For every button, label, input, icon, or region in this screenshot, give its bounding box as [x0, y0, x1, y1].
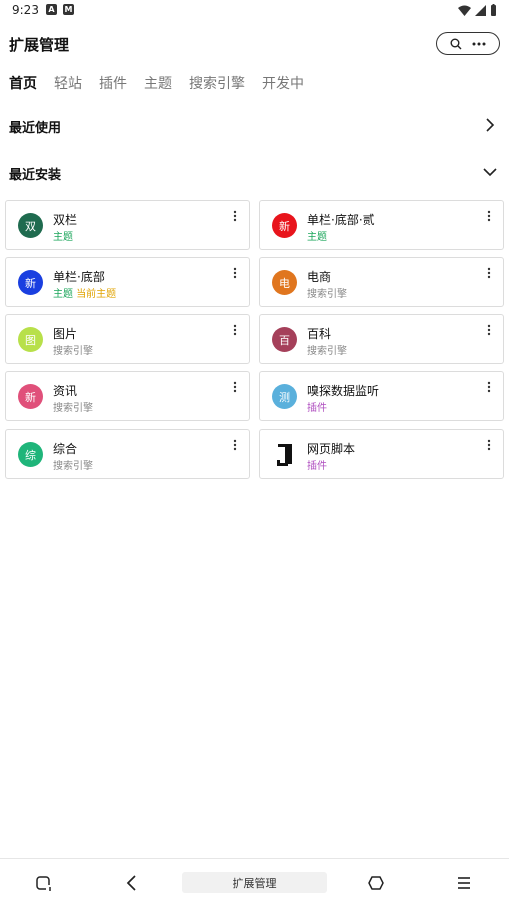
bottom-navigation: 扩展管理	[0, 858, 509, 906]
header-action-pill	[436, 32, 500, 55]
extension-name: 百科	[307, 327, 332, 341]
script-icon	[277, 444, 292, 466]
avatar: 电	[272, 270, 297, 295]
tab-home[interactable]: 首页	[9, 73, 37, 93]
extension-tag: 插件	[307, 403, 327, 414]
menu-icon	[458, 877, 470, 889]
status-time: 9:23	[12, 3, 39, 17]
avatar: 双	[18, 213, 43, 238]
extension-tags: 搜索引擎	[53, 342, 93, 357]
status-system-icons	[458, 4, 497, 16]
extension-card[interactable]: 测 嗅探数据监听 插件	[259, 371, 504, 421]
more-horizontal-icon[interactable]	[472, 42, 486, 46]
more-vertical-icon[interactable]	[485, 380, 493, 394]
wifi-icon	[458, 5, 471, 16]
section-title-recent-used[interactable]: 最近使用	[9, 117, 61, 136]
battery-icon	[491, 4, 496, 16]
extension-name: 资讯	[53, 384, 78, 398]
page-title: 扩展管理	[9, 36, 70, 54]
avatar: 综	[18, 442, 43, 467]
extension-name: 网页脚本	[307, 442, 356, 456]
more-vertical-icon[interactable]	[485, 266, 493, 280]
chevron-right-icon[interactable]	[480, 115, 500, 135]
tab-themes[interactable]: 主题	[144, 73, 172, 93]
tab-plugins[interactable]: 插件	[99, 73, 127, 93]
tab-light-sites[interactable]: 轻站	[54, 73, 82, 93]
tab-in-development[interactable]: 开发中	[262, 73, 304, 93]
extension-name: 单栏·底部	[53, 270, 105, 284]
tabs-button[interactable]	[32, 871, 56, 895]
extension-card[interactable]: 图 图片 搜索引擎	[5, 314, 250, 364]
extension-name: 电商	[307, 270, 332, 284]
extension-name: 嗅探数据监听	[307, 384, 380, 398]
status-bar: 9:23 A M	[0, 0, 509, 22]
avatar: 图	[18, 327, 43, 352]
tab-search-engines[interactable]: 搜索引擎	[189, 73, 245, 93]
chevron-down-icon[interactable]	[480, 162, 500, 182]
home-button[interactable]	[364, 871, 388, 895]
extension-card[interactable]: 双 双栏 主题	[5, 200, 250, 250]
extension-card[interactable]: 新 资讯 搜索引擎	[5, 371, 250, 421]
extension-name: 双栏	[53, 213, 78, 227]
extension-tag: 搜索引擎	[53, 346, 93, 357]
extension-tags: 主题	[53, 228, 73, 243]
extension-name: 单栏·底部·贰	[307, 213, 375, 227]
extension-tag: 搜索引擎	[307, 346, 347, 357]
signal-icon	[475, 4, 486, 16]
more-vertical-icon[interactable]	[231, 323, 239, 337]
extension-tags: 主题	[307, 228, 327, 243]
avatar: 新	[18, 384, 43, 409]
section-title-recent-installed[interactable]: 最近安装	[9, 164, 61, 183]
current-theme-tag: 当前主题	[76, 289, 117, 300]
back-button[interactable]	[120, 871, 144, 895]
avatar: 百	[272, 327, 297, 352]
search-icon[interactable]	[450, 38, 462, 50]
menu-button[interactable]	[452, 871, 476, 895]
extension-tags: 搜索引擎	[307, 285, 347, 300]
extension-tag: 搜索引擎	[53, 461, 93, 472]
back-arrow-icon	[126, 875, 136, 891]
avatar: 测	[272, 384, 297, 409]
extension-tag: 搜索引擎	[53, 403, 93, 414]
home-icon	[368, 876, 384, 890]
extension-tag: 搜索引擎	[307, 289, 347, 300]
extension-card[interactable]: 综 综合 搜索引擎	[5, 429, 250, 479]
more-vertical-icon[interactable]	[231, 380, 239, 394]
notification-a-icon: A	[46, 4, 57, 15]
more-vertical-icon[interactable]	[231, 209, 239, 223]
extension-tag: 主题	[53, 289, 73, 300]
extension-card[interactable]: 新 单栏·底部 主题 当前主题	[5, 257, 250, 307]
more-vertical-icon[interactable]	[485, 438, 493, 452]
extension-tag: 插件	[307, 461, 327, 472]
more-vertical-icon[interactable]	[485, 209, 493, 223]
category-tabs: 首页 轻站 插件 主题 搜索引擎 开发中	[9, 73, 321, 93]
extension-card[interactable]: 新 单栏·底部·贰 主题	[259, 200, 504, 250]
extension-tags: 主题 当前主题	[53, 285, 116, 300]
status-notification-icons: A M	[46, 4, 74, 15]
extension-tags: 搜索引擎	[53, 457, 93, 472]
more-vertical-icon[interactable]	[231, 266, 239, 280]
extension-tags: 插件	[307, 399, 327, 414]
extension-card[interactable]: 网页脚本 插件	[259, 429, 504, 479]
avatar: 新	[272, 213, 297, 238]
extension-card[interactable]: 百 百科 搜索引擎	[259, 314, 504, 364]
more-vertical-icon[interactable]	[231, 438, 239, 452]
tabs-icon	[36, 876, 52, 891]
extension-name: 图片	[53, 327, 78, 341]
extension-tag: 主题	[53, 232, 73, 243]
extension-tags: 搜索引擎	[307, 342, 347, 357]
extension-tags: 插件	[307, 457, 327, 472]
extension-tags: 搜索引擎	[53, 399, 93, 414]
avatar: 新	[18, 270, 43, 295]
current-page-label[interactable]: 扩展管理	[182, 872, 327, 893]
extension-tag: 主题	[307, 232, 327, 243]
gmail-icon: M	[63, 4, 74, 15]
extension-card[interactable]: 电 电商 搜索引擎	[259, 257, 504, 307]
more-vertical-icon[interactable]	[485, 323, 493, 337]
extension-name: 综合	[53, 442, 78, 456]
